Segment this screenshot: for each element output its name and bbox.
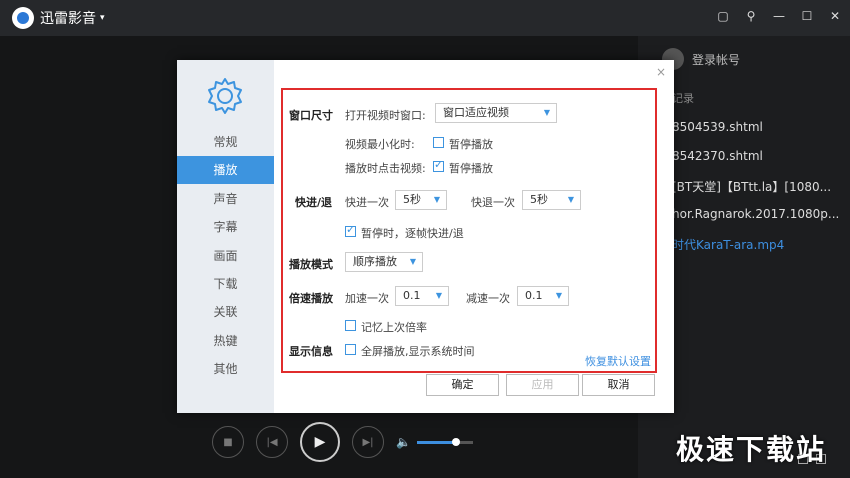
frame-step-checkbox[interactable] xyxy=(345,223,356,237)
settings-nav-item[interactable]: 其他 xyxy=(177,355,274,383)
open-window-text: 打开视频时窗口: xyxy=(345,109,426,122)
previous-icon: |◀ xyxy=(266,436,278,448)
minimize-button[interactable]: — xyxy=(772,9,786,23)
display-info-label: 显示信息 xyxy=(289,345,333,358)
chevron-down-icon: ▼ xyxy=(567,195,574,204)
app-menu-chevron-icon[interactable]: ▾ xyxy=(100,13,105,23)
speed-down-value: 0.1 xyxy=(525,289,543,302)
title-bar: 迅雷影音 ▾ ▢ ⚲ — ☐ ✕ xyxy=(0,0,850,36)
backward-select[interactable]: 5秒 ▼ xyxy=(522,190,581,210)
playlist-item[interactable]: 8542370.shtml xyxy=(672,149,850,163)
speed-up-value: 0.1 xyxy=(403,289,421,302)
minimize-text: 视频最小化时: xyxy=(345,138,415,151)
stop-icon: ■ xyxy=(223,436,233,448)
speed-up-select[interactable]: 0.1 ▼ xyxy=(395,286,449,306)
open-window-value: 窗口适应视频 xyxy=(443,106,509,119)
apply-button[interactable]: 应用 xyxy=(506,374,579,396)
settings-nav-item[interactable]: 关联 xyxy=(177,298,274,326)
speed-down-select[interactable]: 0.1 ▼ xyxy=(517,286,569,306)
window-controls: ▢ ⚲ — ☐ ✕ xyxy=(716,9,842,23)
show-time-checkbox[interactable] xyxy=(345,344,356,355)
player-controls: ■ |◀ ▶ ▶| 🔈 xyxy=(212,422,473,462)
minimize-pause-checkbox[interactable] xyxy=(433,137,444,148)
volume-icon[interactable]: 🔈 xyxy=(396,435,411,449)
previous-button[interactable]: |◀ xyxy=(256,426,288,458)
gear-icon xyxy=(208,78,242,114)
window-size-label: 窗口尺寸 xyxy=(289,109,333,122)
cancel-button[interactable]: 取消 xyxy=(582,374,655,396)
remember-speed-checkbox[interactable] xyxy=(345,320,356,331)
forward-value: 5秒 xyxy=(403,193,421,206)
watermark: 极速下载站 xyxy=(676,433,827,466)
frame-step-label: 暂停时，逐帧快进/退 xyxy=(361,227,464,240)
maximize-button[interactable]: ☐ xyxy=(800,9,814,23)
play-mode-select[interactable]: 顺序播放 ▼ xyxy=(345,252,423,272)
play-mode-value: 顺序播放 xyxy=(353,255,397,268)
next-icon: ▶| xyxy=(362,436,374,448)
playlist-item[interactable]: 时代KaraT-ara.mp4 xyxy=(672,236,850,253)
settings-nav-item[interactable]: 下载 xyxy=(177,270,274,298)
volume-fill xyxy=(416,440,457,444)
chevron-down-icon: ▼ xyxy=(435,291,442,300)
open-window-select[interactable]: 窗口适应视频 ▼ xyxy=(435,103,557,123)
click-pause-checkbox[interactable] xyxy=(433,158,444,172)
backward-value: 5秒 xyxy=(530,193,548,206)
playlist-header: 记录 xyxy=(672,92,694,105)
minimize-pause-label: 暂停播放 xyxy=(449,138,493,151)
settings-sidebar: 常规 播放 声音 字幕 画面 下载 关联 热键 其他 xyxy=(177,60,274,413)
folder-icon[interactable]: ▢ xyxy=(716,9,730,23)
chevron-down-icon: ▼ xyxy=(409,257,416,266)
play-settings-panel: 窗口尺寸 打开视频时窗口: 窗口适应视频 ▼ 视频最小化时: 暂停播放 播放时点击… xyxy=(281,88,657,373)
forward-select[interactable]: 5秒 ▼ xyxy=(395,190,447,210)
backward-text: 快退一次 xyxy=(471,196,515,209)
play-button[interactable]: ▶ xyxy=(300,422,340,462)
app-name[interactable]: 迅雷影音 xyxy=(40,8,96,28)
dialog-close-button[interactable]: × xyxy=(656,65,666,79)
volume-knob[interactable] xyxy=(452,437,461,446)
chevron-down-icon: ▼ xyxy=(543,108,550,117)
settings-nav-item[interactable]: 播放 xyxy=(177,156,274,185)
settings-nav-item[interactable]: 字幕 xyxy=(177,213,274,241)
playlist-item[interactable]: [BT天堂]【BTtt.la】[1080... xyxy=(672,178,850,195)
settings-nav-item[interactable]: 声音 xyxy=(177,185,274,213)
settings-nav-item[interactable]: 热键 xyxy=(177,327,274,355)
chevron-down-icon: ▼ xyxy=(555,291,562,300)
show-time-label: 全屏播放,显示系统时间 xyxy=(361,345,475,358)
play-mode-label: 播放模式 xyxy=(289,258,333,271)
stop-button[interactable]: ■ xyxy=(212,426,244,458)
settings-nav-item[interactable]: 画面 xyxy=(177,242,274,270)
speed-down-text: 减速一次 xyxy=(466,292,510,305)
click-pause-label: 暂停播放 xyxy=(449,162,493,175)
ok-button[interactable]: 确定 xyxy=(426,374,499,396)
app-logo-icon xyxy=(12,7,34,29)
close-button[interactable]: ✕ xyxy=(828,9,842,23)
speed-label: 倍速播放 xyxy=(289,292,333,305)
settings-nav-item[interactable]: 常规 xyxy=(177,128,274,156)
click-video-text: 播放时点击视频: xyxy=(345,162,426,175)
seek-label: 快进/退 xyxy=(295,196,333,209)
playlist-item[interactable]: 8504539.shtml xyxy=(672,120,850,134)
play-icon: ▶ xyxy=(314,434,326,450)
restore-defaults-link[interactable]: 恢复默认设置 xyxy=(585,353,651,369)
remember-speed-label: 记忆上次倍率 xyxy=(361,321,427,334)
login-link[interactable]: 登录帐号 xyxy=(692,51,740,68)
chevron-down-icon: ▼ xyxy=(433,195,440,204)
playlist-item[interactable]: hor.Ragnarok.2017.1080p... xyxy=(672,207,850,221)
speed-up-text: 加速一次 xyxy=(345,292,389,305)
forward-text: 快进一次 xyxy=(345,196,389,209)
volume-slider[interactable] xyxy=(416,437,473,446)
settings-dialog: × 常规 播放 声音 字幕 画面 下载 关联 热键 其他 窗口尺寸 打开视频时窗口: 窗口适应视… xyxy=(177,60,674,413)
next-button[interactable]: ▶| xyxy=(352,426,384,458)
pin-icon[interactable]: ⚲ xyxy=(744,9,758,23)
